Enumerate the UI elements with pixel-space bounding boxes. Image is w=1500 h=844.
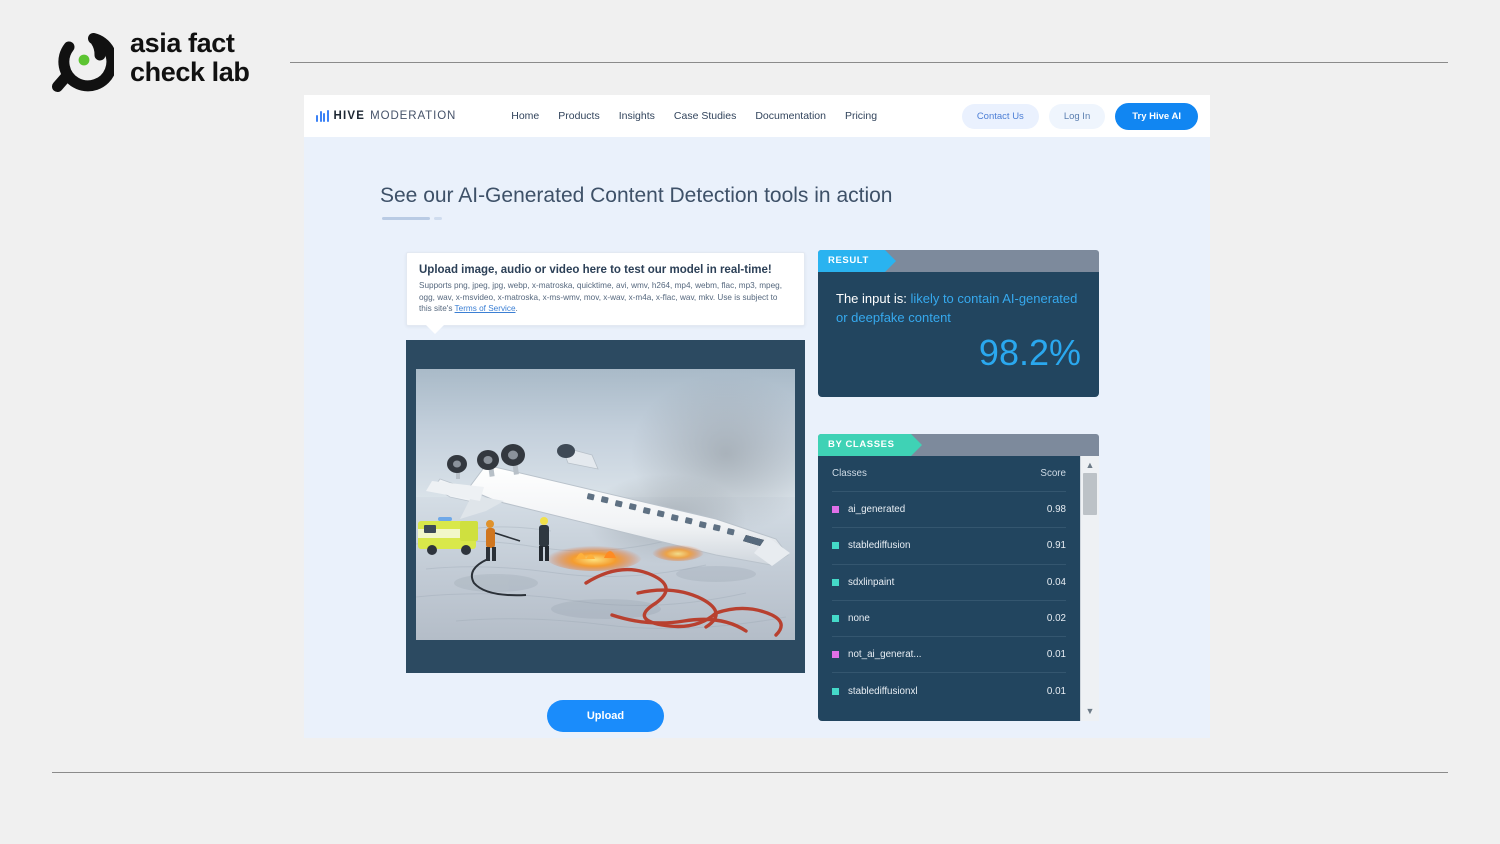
- scrollbar-thumb[interactable]: [1083, 473, 1097, 515]
- class-color-swatch-icon: [832, 687, 839, 695]
- uploaded-image-frame: [406, 339, 805, 673]
- table-row[interactable]: none 0.02: [832, 601, 1066, 637]
- nav-link-documentation[interactable]: Documentation: [755, 110, 826, 122]
- class-name: none: [848, 612, 870, 624]
- class-score: 0.02: [1046, 612, 1066, 624]
- class-score: 0.04: [1046, 576, 1066, 588]
- hive-moderation-logo[interactable]: HIVE MODERATION: [316, 110, 456, 122]
- result-score: 98.2%: [978, 332, 1081, 373]
- table-row[interactable]: stablediffusionxl 0.01: [832, 673, 1066, 709]
- class-score: 0.01: [1046, 685, 1066, 697]
- hive-bars-icon: [316, 110, 329, 122]
- class-name: stablediffusion: [848, 540, 911, 552]
- upload-column: Upload image, audio or video here to tes…: [406, 252, 805, 732]
- nav-link-home[interactable]: Home: [511, 110, 539, 122]
- upload-tooltip-title: Upload image, audio or video here to tes…: [419, 264, 772, 276]
- log-in-button[interactable]: Log In: [1048, 103, 1106, 129]
- table-row[interactable]: ai_generated 0.98: [832, 492, 1066, 529]
- result-panel-body: The input is: likely to contain AI-gener…: [818, 272, 1099, 397]
- table-row[interactable]: sdxlinpaint 0.04: [832, 565, 1066, 601]
- column-header-score: Score: [1040, 468, 1066, 480]
- uploaded-image-plane-crash: [416, 368, 795, 640]
- class-name: ai_generated: [848, 504, 906, 516]
- table-row[interactable]: stablediffusion 0.91: [832, 528, 1066, 565]
- afcl-wordmark-line1: asia fact: [130, 28, 235, 58]
- column-header-classes: Classes: [832, 468, 867, 480]
- result-panel-header: RESULT: [818, 250, 1099, 272]
- class-score: 0.98: [1046, 504, 1066, 516]
- afcl-logo: asia fact check lab: [52, 27, 287, 97]
- nav-links: Home Products Insights Case Studies Docu…: [511, 110, 877, 122]
- title-underline: [382, 217, 442, 220]
- result-prefix: The input is:: [836, 291, 911, 306]
- nav-link-case-studies[interactable]: Case Studies: [674, 110, 736, 122]
- class-color-swatch-icon: [832, 614, 839, 622]
- magnifier-logo-icon: [52, 33, 114, 92]
- upload-button[interactable]: Upload: [546, 699, 665, 732]
- afcl-wordmark-line2: check lab: [130, 57, 250, 87]
- table-row[interactable]: not_ai_generat... 0.01: [832, 637, 1066, 674]
- classes-panel: BY CLASSES Classes Score ai_generated 0.…: [818, 434, 1099, 721]
- class-name: not_ai_generat...: [848, 649, 922, 661]
- contact-us-button[interactable]: Contact Us: [961, 103, 1039, 129]
- nav-link-products[interactable]: Products: [558, 110, 599, 122]
- scroll-up-icon[interactable]: ▲: [1086, 460, 1095, 470]
- class-score: 0.01: [1046, 649, 1066, 661]
- hive-logo-bold: HIVE: [333, 110, 366, 122]
- classes-table: Classes Score ai_generated 0.98 stabledi…: [818, 456, 1080, 721]
- supported-formats-text-end: .: [515, 304, 518, 314]
- afcl-wordmark: asia fact check lab: [130, 28, 250, 87]
- class-color-swatch-icon: [832, 651, 839, 659]
- classes-panel-header: BY CLASSES: [818, 434, 1099, 456]
- class-name: sdxlinpaint: [848, 576, 895, 588]
- class-color-swatch-icon: [832, 506, 839, 514]
- upload-tooltip-body: Supports png, jpeg, jpg, webp, x-matrosk…: [419, 280, 792, 315]
- scroll-down-icon[interactable]: ▼: [1086, 706, 1095, 716]
- result-panel: RESULT The input is: likely to contain A…: [818, 250, 1099, 397]
- try-hive-ai-button[interactable]: Try Hive AI: [1115, 102, 1198, 130]
- plane-crash-illustration: [416, 368, 795, 640]
- hive-logo-light: MODERATION: [370, 110, 457, 122]
- site-navbar: HIVE MODERATION Home Products Insights C…: [304, 95, 1210, 137]
- classes-scrollbar[interactable]: ▲ ▼: [1080, 456, 1099, 721]
- result-tab-label: RESULT: [818, 250, 896, 272]
- class-color-swatch-icon: [832, 542, 839, 550]
- class-name: stablediffusionxl: [848, 685, 918, 697]
- terms-of-service-link[interactable]: Terms of Service: [455, 304, 516, 313]
- nav-actions: Contact Us Log In Try Hive AI: [961, 102, 1198, 130]
- upload-button-row: Upload: [406, 699, 805, 732]
- nav-link-insights[interactable]: Insights: [619, 110, 655, 122]
- results-column: RESULT The input is: likely to contain A…: [818, 250, 1099, 721]
- browser-screenshot: HIVE MODERATION Home Products Insights C…: [304, 95, 1210, 738]
- afcl-header: asia fact check lab: [0, 0, 1500, 100]
- class-color-swatch-icon: [832, 578, 839, 586]
- nav-link-pricing[interactable]: Pricing: [845, 110, 877, 122]
- divider-top: [290, 62, 1448, 63]
- upload-instructions-tooltip: Upload image, audio or video here to tes…: [406, 252, 805, 334]
- classes-tab-label: BY CLASSES: [818, 434, 922, 456]
- result-statement: The input is: likely to contain AI-gener…: [836, 289, 1081, 327]
- classes-panel-body: Classes Score ai_generated 0.98 stabledi…: [818, 456, 1099, 721]
- class-score: 0.91: [1046, 540, 1066, 552]
- classes-table-header: Classes Score: [832, 456, 1066, 493]
- page-title: See our AI-Generated Content Detection t…: [380, 184, 893, 207]
- divider-bottom: [52, 772, 1448, 773]
